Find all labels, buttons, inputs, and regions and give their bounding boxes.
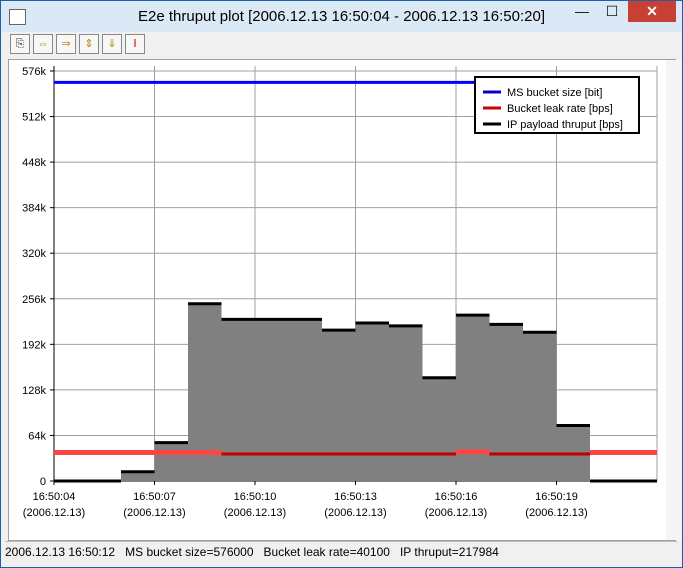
maximize-button[interactable]: ☐ — [598, 1, 626, 22]
copy-icon: ⎘ — [15, 38, 25, 50]
copy-button[interactable]: ⎘ — [10, 34, 30, 54]
zoom-in-horizontal-icon: ⇔ — [37, 38, 49, 50]
y-tick-label: 64k — [28, 430, 46, 442]
y-tick-label: 192k — [22, 339, 46, 351]
legend-label: IP payload thruput [bps] — [507, 119, 623, 131]
x-tick-label-date: (2006.12.13) — [23, 507, 85, 519]
x-tick-label-date: (2006.12.13) — [525, 507, 587, 519]
x-tick-label-time: 16:50:13 — [334, 491, 377, 503]
y-tick-label: 256k — [22, 294, 46, 306]
title-bar[interactable]: E2e thruput plot [2006.12.13 16:50:04 - … — [1, 1, 682, 32]
thruput-bar — [221, 319, 255, 481]
thruput-bar — [154, 442, 188, 481]
x-tick-label-time: 16:50:04 — [33, 491, 76, 503]
close-button[interactable]: ✕ — [628, 1, 676, 22]
x-tick-label-time: 16:50:07 — [133, 491, 176, 503]
zoom-in-vertical-button[interactable]: ⇕ — [79, 34, 99, 54]
x-tick-label-date: (2006.12.13) — [123, 507, 185, 519]
thruput-bar — [288, 319, 322, 481]
status-bar: 2006.12.13 16:50:12 MS bucket size=57600… — [5, 541, 677, 562]
minimize-button[interactable]: — — [568, 1, 596, 22]
legend-label: Bucket leak rate [bps] — [507, 103, 613, 115]
x-tick-label-date: (2006.12.13) — [324, 507, 386, 519]
x-tick-label-date: (2006.12.13) — [425, 507, 487, 519]
thruput-bar — [456, 315, 490, 481]
y-tick-label: 576k — [22, 66, 46, 78]
x-tick-label-time: 16:50:19 — [535, 491, 578, 503]
x-tick-label-date: (2006.12.13) — [224, 507, 286, 519]
zoom-in-horizontal-button[interactable]: ⇔ — [33, 34, 53, 54]
thruput-bar — [389, 325, 423, 481]
y-tick-label: 128k — [22, 385, 46, 397]
y-tick-label: 0 — [40, 476, 46, 488]
thruput-chart: 0 64k 128k 192k 256k 320k 384k 448k 512k 576k 16:5… — [22, 66, 658, 519]
thruput-bar — [422, 377, 456, 481]
y-tick-label: 512k — [22, 112, 46, 124]
fit-to-window-button[interactable]: Ⅰ — [125, 34, 145, 54]
thruput-bar — [489, 324, 523, 481]
x-tick-label-time: 16:50:16 — [435, 491, 478, 503]
fit-to-window-icon: Ⅰ — [133, 38, 137, 50]
toolbar: ⎘ ⇔ ⇒ ⇕ ⇓ Ⅰ — [1, 32, 682, 57]
zoom-out-vertical-button[interactable]: ⇓ — [102, 34, 122, 54]
thruput-bar — [355, 322, 389, 481]
y-tick-label: 384k — [22, 203, 46, 215]
legend-label: MS bucket size [bit] — [507, 87, 602, 99]
thruput-bar — [322, 330, 356, 481]
thruput-bar — [255, 319, 289, 481]
thruput-bar — [523, 332, 557, 481]
vertical-scrollbar[interactable] — [666, 60, 682, 540]
zoom-out-vertical-icon: ⇓ — [107, 38, 117, 50]
plot-window: E2e thruput plot [2006.12.13 16:50:04 - … — [0, 0, 683, 568]
zoom-in-vertical-icon: ⇕ — [84, 38, 94, 50]
y-tick-label: 320k — [22, 248, 46, 260]
zoom-out-horizontal-button[interactable]: ⇒ — [56, 34, 76, 54]
zoom-out-horizontal-icon: ⇒ — [61, 38, 71, 50]
x-tick-label-time: 16:50:10 — [234, 491, 277, 503]
plot-area[interactable]: 0 64k 128k 192k 256k 320k 384k 448k 512k 576k 16:5… — [8, 59, 682, 541]
y-tick-label: 448k — [22, 157, 46, 169]
